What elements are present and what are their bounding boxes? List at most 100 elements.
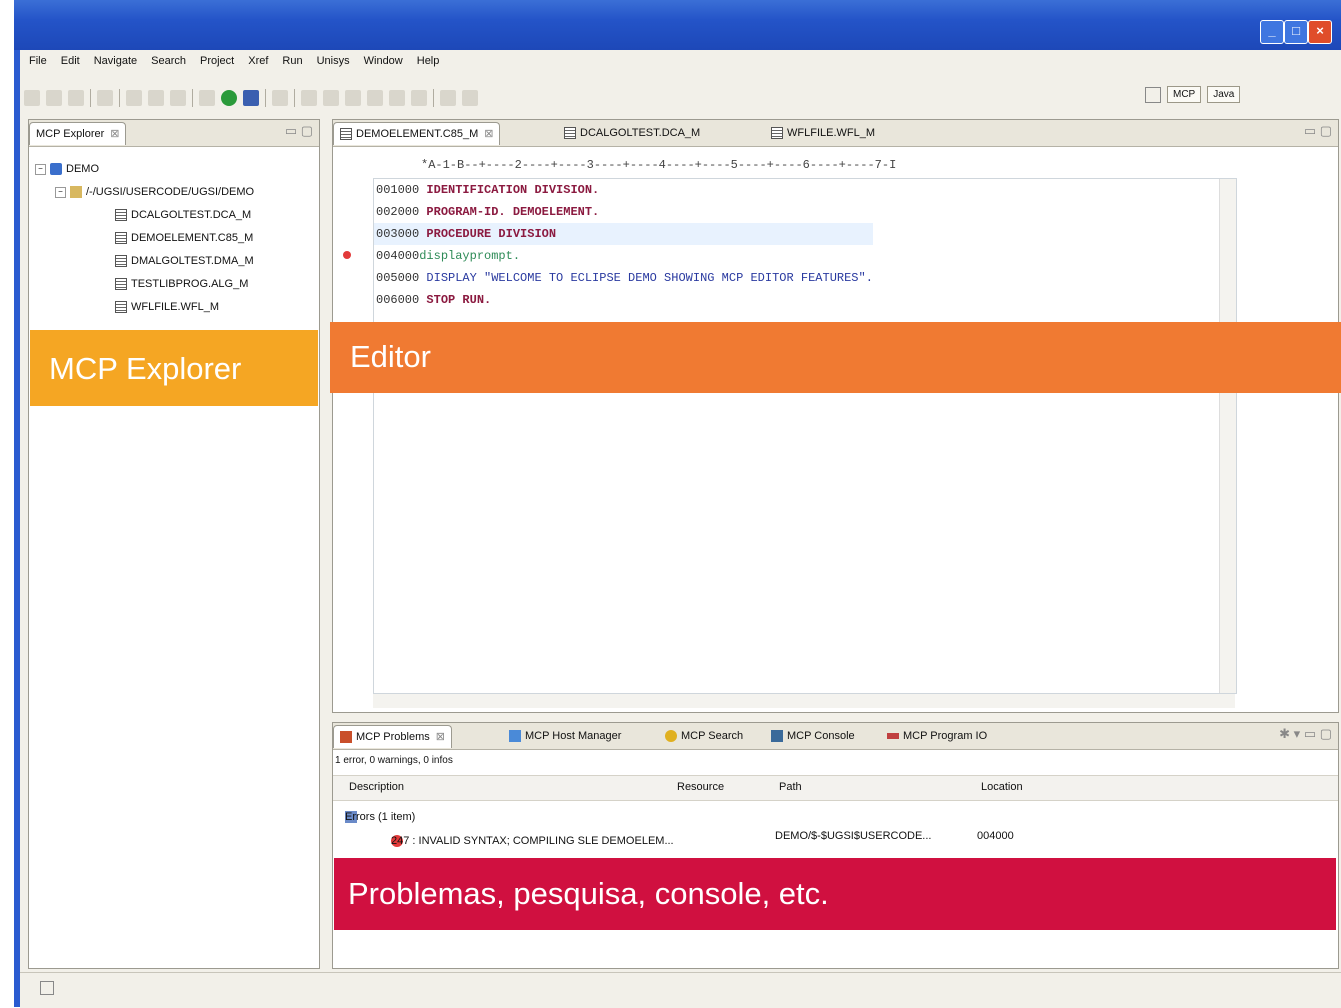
collapse-icon[interactable]: −: [35, 163, 46, 175]
problems-table: Description Resource Path Location −Erro…: [333, 775, 1338, 849]
table-group-row[interactable]: −Errors (1 item): [333, 801, 1338, 825]
tree-file[interactable]: DCALGOLTEST.DCA_M: [35, 204, 254, 227]
code-editor[interactable]: 001000 IDENTIFICATION DIVISION. 002000 P…: [373, 178, 1237, 694]
perspective-java[interactable]: Java: [1207, 86, 1241, 103]
horizontal-scrollbar[interactable]: [373, 694, 1235, 708]
menu-project[interactable]: Project: [193, 52, 241, 74]
print-icon[interactable]: [68, 90, 84, 106]
column-path[interactable]: Path: [779, 781, 802, 793]
tree-file-label: DEMOELEMENT.C85_M: [131, 232, 254, 244]
table-row[interactable]: 247 : INVALID SYNTAX; COMPILING SLE DEMO…: [333, 825, 1338, 849]
column-resource[interactable]: Resource: [677, 781, 724, 793]
tree-file-label: WFLFILE.WFL_M: [131, 301, 220, 313]
explorer-tree: − DEMO − /-/UGSI/USERCODE/UGSI/DEMO DCALGO…: [35, 158, 254, 319]
tab-wflfile[interactable]: WFLFILE.WFL_M: [765, 122, 881, 144]
run-icon[interactable]: [221, 90, 237, 106]
minimize-button[interactable]: _: [1260, 20, 1284, 44]
open-type-icon[interactable]: [148, 90, 164, 106]
sequence-number: 002000: [376, 205, 420, 219]
code-text: STOP RUN.: [426, 293, 492, 307]
status-bar: [20, 972, 1341, 1008]
tab-dcalgoltest[interactable]: DCALGOLTEST.DCA_M: [558, 122, 706, 144]
view-menu-icon[interactable]: ✱ ▾ ▭ ▢: [1279, 726, 1332, 742]
forward-icon[interactable]: [411, 90, 427, 106]
editor-tab-bar: DEMOELEMENT.C85_M ⊠ DCALGOLTEST.DCA_M WFL…: [333, 120, 1338, 147]
menu-edit[interactable]: Edit: [54, 52, 87, 74]
error-marker-icon[interactable]: [343, 251, 351, 259]
close-icon[interactable]: ⊠: [436, 731, 445, 743]
tree-node-label: /-/UGSI/USERCODE/UGSI/DEMO: [86, 186, 255, 198]
open-perspective-icon[interactable]: [1145, 86, 1161, 103]
tab-label: MCP Problems: [356, 731, 430, 743]
tab-mcp-explorer[interactable]: MCP Explorer ⊠: [29, 122, 127, 145]
tab-mcp-search[interactable]: MCP Search: [659, 725, 749, 747]
vertical-scrollbar[interactable]: [1219, 179, 1236, 693]
file-icon: [771, 127, 783, 140]
group-label: Errors (1 item): [345, 811, 416, 823]
star-icon[interactable]: [126, 90, 142, 106]
sequence-number: 001000: [376, 183, 420, 197]
code-line: 004000displayprompt.: [374, 245, 873, 267]
fast-view-icon[interactable]: [40, 981, 54, 995]
maximize-button[interactable]: □: [1284, 20, 1308, 44]
code-text: DISPLAY "WELCOME TO ECLIPSE DEMO SHOWING…: [426, 271, 873, 285]
minimize-maximize-icon[interactable]: ▭ ▢: [1304, 123, 1332, 139]
column-description[interactable]: Description: [349, 781, 404, 793]
edit-location-icon[interactable]: [367, 90, 383, 106]
console-icon: [771, 730, 783, 743]
sequence-number: 004000: [376, 249, 420, 263]
annotation-prev-icon[interactable]: [345, 90, 361, 106]
toolbar-separator: [433, 89, 434, 107]
tree-node-folder[interactable]: − /-/UGSI/USERCODE/UGSI/DEMO: [35, 181, 254, 204]
annotation-next-icon[interactable]: [323, 90, 339, 106]
tools-icon[interactable]: [272, 90, 288, 106]
toolbar-separator: [192, 89, 193, 107]
debug-icon[interactable]: [199, 90, 215, 106]
tree-node-demo[interactable]: − DEMO: [35, 158, 254, 181]
tree-file[interactable]: WFLFILE.WFL_M: [35, 296, 254, 319]
tree-file[interactable]: DEMOELEMENT.C85_M: [35, 227, 254, 250]
sequence-number: 003000: [376, 227, 420, 241]
tab-mcp-program-io[interactable]: MCP Program IO: [881, 725, 993, 747]
tab-mcp-problems[interactable]: MCP Problems ⊠: [333, 725, 452, 748]
code-text: IDENTIFICATION DIVISION.: [426, 183, 600, 197]
new-icon[interactable]: [24, 90, 40, 106]
main-toolbar: [24, 86, 478, 110]
tab-mcp-host-manager[interactable]: MCP Host Manager: [503, 725, 627, 747]
tab-mcp-console[interactable]: MCP Console: [765, 725, 861, 747]
menu-search[interactable]: Search: [144, 52, 193, 74]
window-title-bar[interactable]: [14, 0, 1341, 50]
back-icon[interactable]: [389, 90, 405, 106]
link-icon[interactable]: [462, 90, 478, 106]
menu-run[interactable]: Run: [275, 52, 309, 74]
file-icon: [115, 278, 127, 291]
pin-icon[interactable]: [440, 90, 456, 106]
tree-file[interactable]: DMALGOLTEST.DMA_M: [35, 250, 254, 273]
close-icon[interactable]: ⊠: [484, 128, 493, 140]
toggle-icon[interactable]: [301, 90, 317, 106]
tab-label: MCP Search: [681, 730, 744, 742]
program-io-icon: [887, 733, 899, 740]
close-button[interactable]: ×: [1308, 20, 1332, 44]
menu-xref[interactable]: Xref: [241, 52, 275, 74]
tree-file[interactable]: TESTLIBPROG.ALG_M: [35, 273, 254, 296]
build-icon[interactable]: [97, 90, 113, 106]
search-icon[interactable]: [243, 90, 259, 106]
column-location[interactable]: Location: [981, 781, 1023, 793]
tab-demoelement[interactable]: DEMOELEMENT.C85_M ⊠: [333, 122, 501, 145]
sequence-number: 005000: [376, 271, 420, 285]
menu-unisys[interactable]: Unisys: [310, 52, 357, 74]
menu-navigate[interactable]: Navigate: [87, 52, 144, 74]
file-icon: [115, 301, 127, 314]
close-icon[interactable]: ⊠: [110, 128, 119, 140]
open-resource-icon[interactable]: [170, 90, 186, 106]
save-icon[interactable]: [46, 90, 62, 106]
tree-file-label: TESTLIBPROG.ALG_M: [131, 278, 249, 290]
minimize-maximize-icon[interactable]: ▭ ▢: [285, 123, 313, 139]
menu-help[interactable]: Help: [410, 52, 447, 74]
menu-window[interactable]: Window: [357, 52, 410, 74]
file-icon: [115, 209, 127, 222]
menu-file[interactable]: File: [22, 52, 54, 74]
collapse-icon[interactable]: −: [55, 186, 66, 198]
perspective-mcp[interactable]: MCP: [1167, 86, 1202, 103]
